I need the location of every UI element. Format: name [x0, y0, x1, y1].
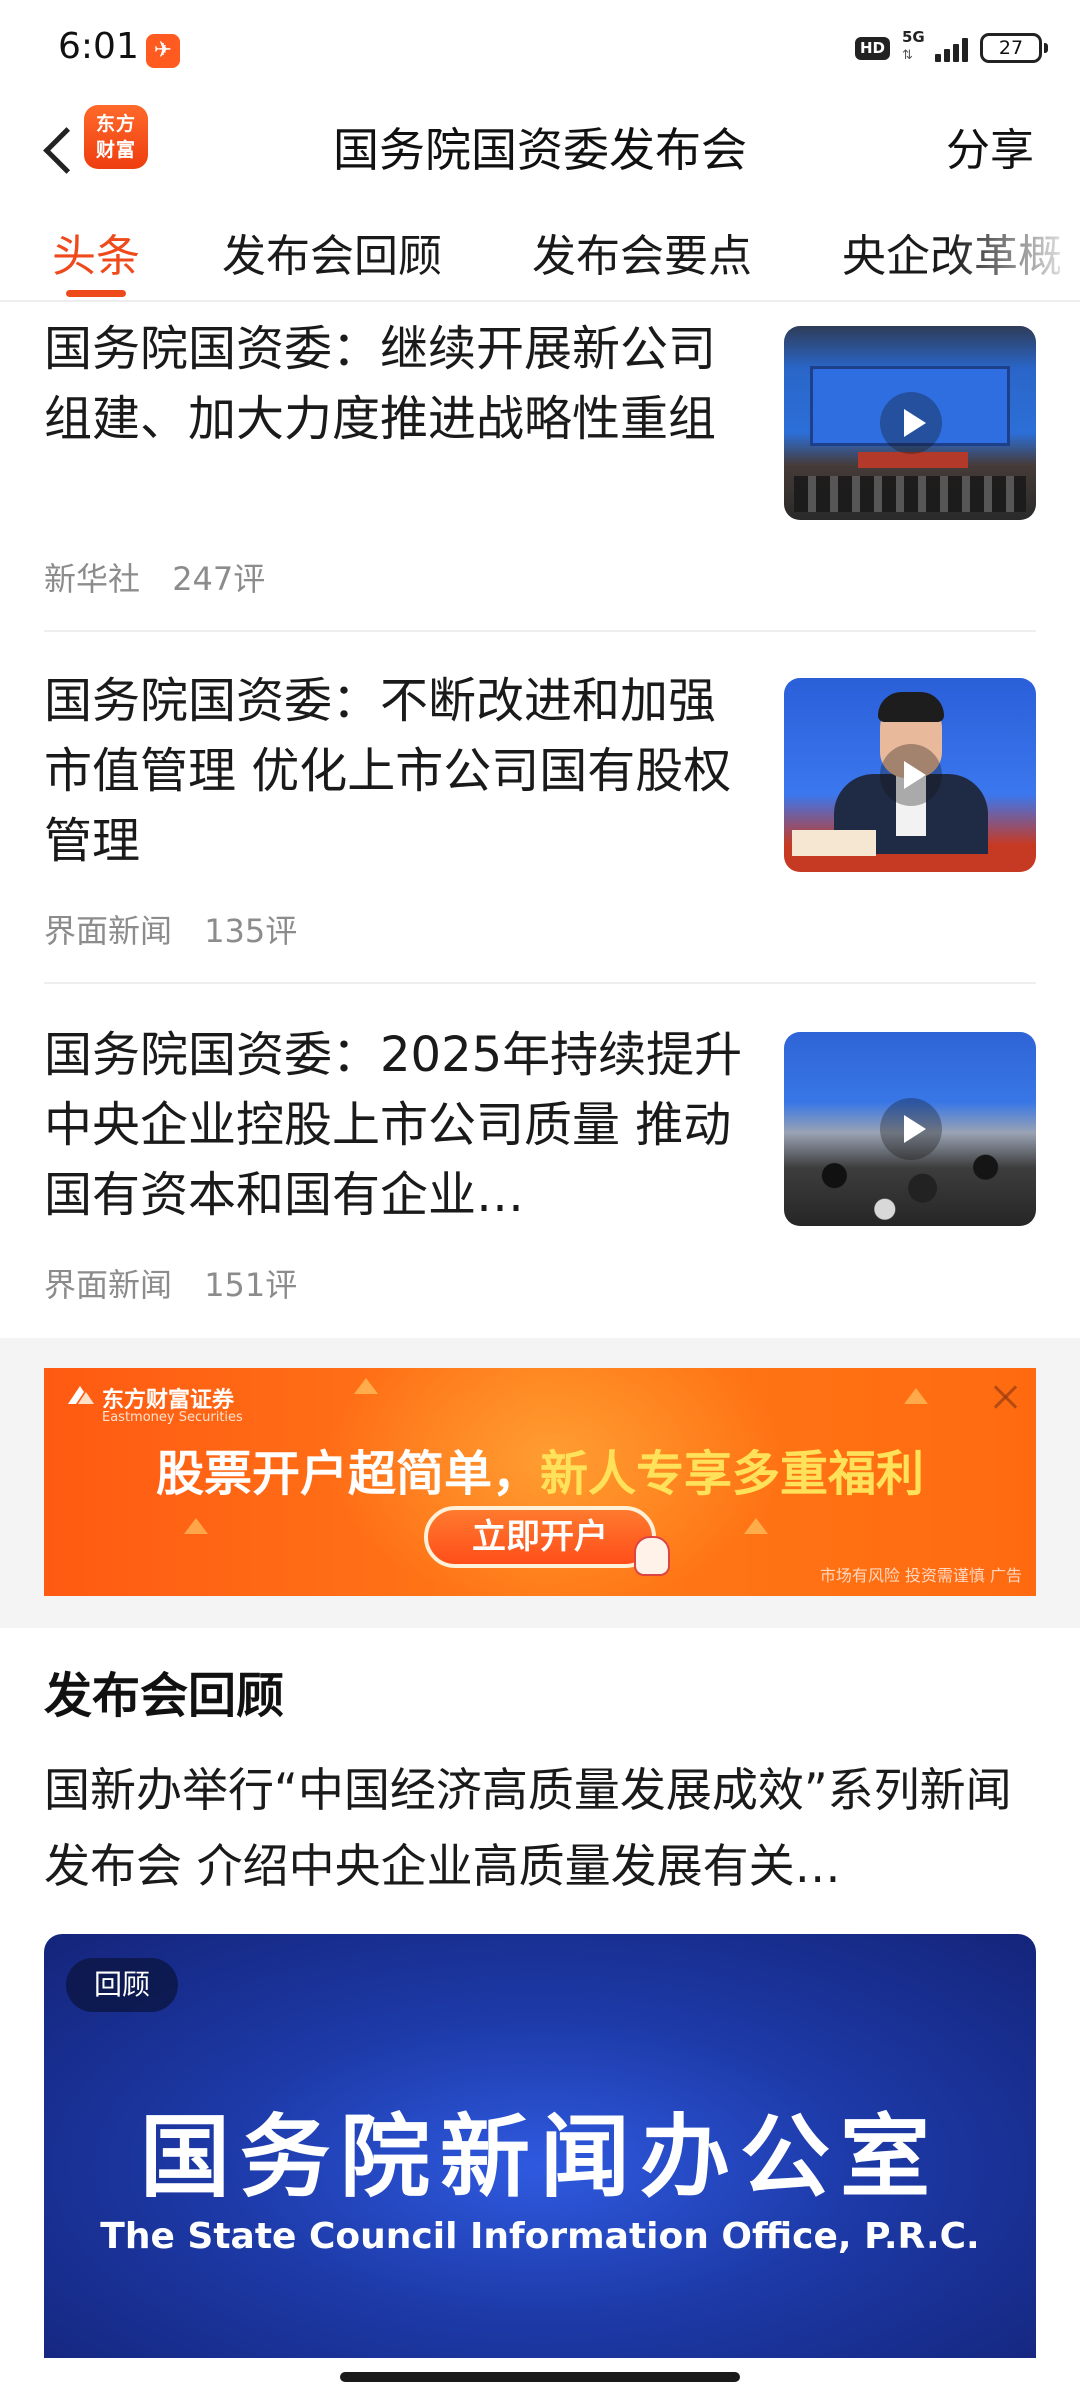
thumb-podium-table: [858, 452, 968, 468]
open-account-button[interactable]: 立即开户: [424, 1506, 656, 1568]
news-meta: 界面新闻 135评: [44, 906, 319, 952]
active-tab-indicator: [66, 290, 126, 297]
divider: [44, 982, 1036, 984]
share-button[interactable]: 分享: [946, 114, 1034, 178]
banner-title-cn: 国务院新闻办公室: [140, 2105, 940, 2210]
pointing-hand-icon: [634, 1536, 670, 1576]
news-title[interactable]: 国务院国资委：2025年持续提升中央企业控股上市公司质量 推动国有资本和国有企业…: [44, 1020, 744, 1230]
news-title[interactable]: 国务院国资委：继续开展新公司组建、加大力度推进战略性重组: [44, 314, 744, 454]
ad-decor-arrow-icon: [744, 1518, 768, 1534]
tab-headlines[interactable]: 头条: [52, 220, 140, 284]
data-arrows-icon: ⇅: [902, 48, 913, 63]
news-thumbnail[interactable]: [784, 678, 1036, 872]
news-meta: 界面新闻 151评: [44, 1260, 319, 1306]
news-comments: 151评: [204, 1266, 298, 1304]
news-comments: 135评: [204, 912, 298, 950]
status-bar: 6:01 ✈ HD 5G ⇅ 27: [0, 0, 1080, 96]
news-title[interactable]: 国务院国资委：不断改进和加强市值管理 优化上市公司国有股权管理: [44, 666, 744, 876]
tab-conference-highlights[interactable]: 发布会要点: [532, 220, 752, 284]
battery-icon: 27: [980, 33, 1048, 63]
eastmoney-securities-logo-icon: [68, 1386, 94, 1404]
section-heading: 发布会回顾: [44, 1668, 285, 1724]
tab-conference-review[interactable]: 发布会回顾: [222, 220, 442, 284]
news-item[interactable]: 国务院国资委：不断改进和加强市值管理 优化上市公司国有股权管理 界面新闻 135…: [44, 666, 1036, 986]
play-icon[interactable]: [880, 1098, 942, 1160]
divider: [44, 630, 1036, 632]
cellular-signal-icon: 5G ⇅: [902, 28, 968, 66]
close-icon[interactable]: [988, 1380, 1022, 1414]
signal-bars: [935, 38, 968, 62]
thumb-nameplate: [792, 830, 876, 856]
news-meta: 新华社 247评: [44, 554, 287, 600]
news-item[interactable]: 国务院国资委：2025年持续提升中央企业控股上市公司质量 推动国有资本和国有企业…: [44, 1020, 1036, 1320]
top-navigation-bar: 东方 财富 国务院国资委发布会 分享: [0, 96, 1080, 206]
ad-headline: 股票开户超简单，新人专享多重福利: [44, 1434, 1036, 1504]
recap-video-banner[interactable]: 回顾 国务院新闻办公室 The State Council Informatio…: [44, 1934, 1036, 2358]
home-indicator[interactable]: [340, 2372, 740, 2382]
news-item[interactable]: 国务院国资委：继续开展新公司组建、加大力度推进战略性重组 新华社 247评: [44, 314, 1036, 634]
hd-voice-icon: HD: [854, 36, 890, 60]
tabs-fade-overlay: [950, 206, 1080, 300]
recap-article-title[interactable]: 国新办举行“中国经济高质量发展成效”系列新闻发布会 介绍中央企业高质量发展有关…: [44, 1752, 1038, 1904]
page-title: 国务院国资委发布会: [333, 123, 747, 177]
play-icon[interactable]: [880, 392, 942, 454]
ad-decor-arrow-icon: [184, 1518, 208, 1534]
section-tabs: 头条 发布会回顾 发布会要点 央企改革概: [0, 206, 1080, 302]
news-comments: 247评: [172, 560, 266, 598]
recap-badge: 回顾: [66, 1958, 179, 2012]
ad-decor-arrow-icon: [354, 1378, 378, 1394]
notification-app-icon: ✈: [146, 34, 180, 68]
play-icon[interactable]: [880, 744, 942, 806]
ad-decor-arrow-icon: [904, 1388, 928, 1404]
thumb-audience-seats: [794, 476, 1026, 512]
ad-disclaimer: 市场有风险 投资需谨慎 广告: [819, 1566, 1022, 1585]
news-thumbnail[interactable]: [784, 1032, 1036, 1226]
status-time: 6:01: [58, 26, 139, 67]
ad-section: 东方财富证券 Eastmoney Securities 股票开户超简单，新人专享…: [0, 1338, 1080, 1628]
ad-banner[interactable]: 东方财富证券 Eastmoney Securities 股票开户超简单，新人专享…: [44, 1368, 1036, 1596]
news-thumbnail[interactable]: [784, 326, 1036, 520]
thumb-speaker-hair: [878, 692, 944, 722]
news-source: 界面新闻: [44, 1266, 173, 1304]
banner-title-en: The State Council Information Office, P.…: [100, 2216, 980, 2257]
ad-brand-en: Eastmoney Securities: [102, 1410, 243, 1425]
status-indicators: HD 5G ⇅ 27: [854, 28, 1048, 66]
news-source: 新华社: [44, 560, 141, 598]
ad-headline-part-1: 股票开户超简单，: [155, 1446, 540, 1502]
ad-headline-part-2: 新人专享多重福利: [540, 1446, 925, 1502]
network-type-label: 5G: [902, 28, 925, 46]
news-source: 界面新闻: [44, 912, 173, 950]
